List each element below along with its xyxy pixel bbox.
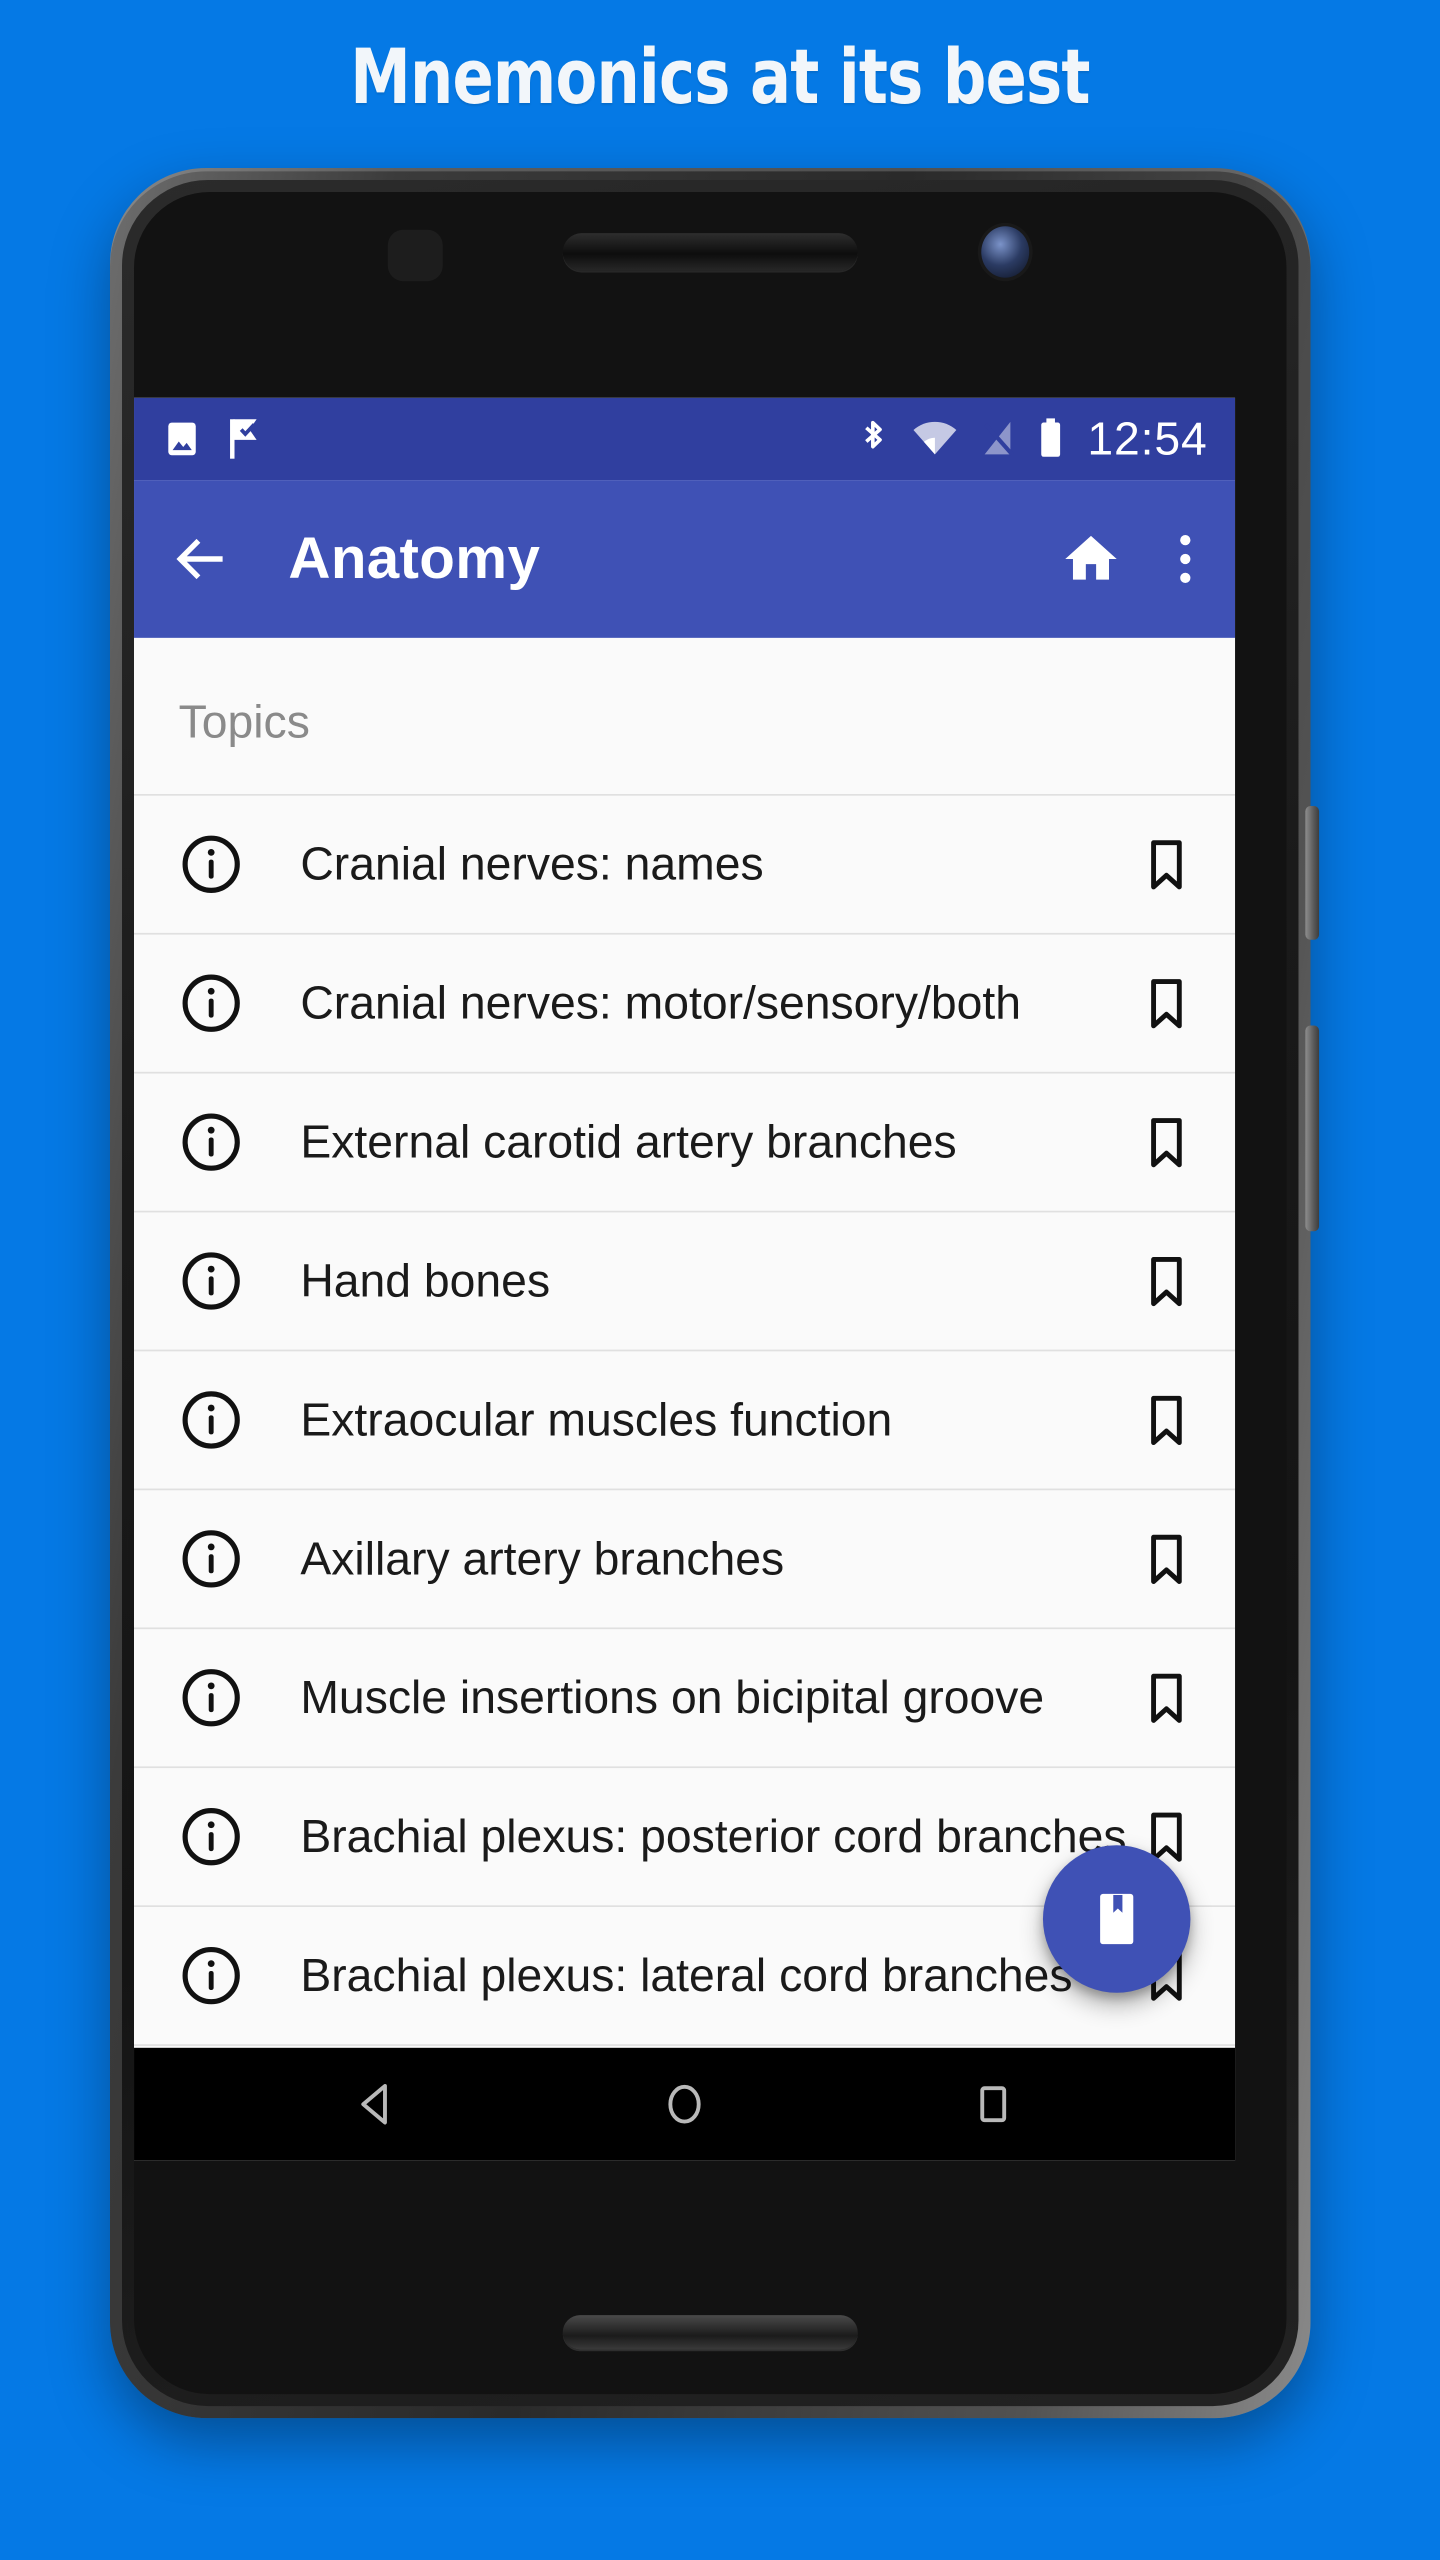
wifi-icon — [911, 418, 959, 459]
signal-off-icon — [979, 418, 1017, 459]
list-item[interactable]: Cranial nerves: names — [134, 793, 1236, 933]
nav-recents-square-icon[interactable] — [966, 2077, 1021, 2132]
section-label-topics: Topics — [178, 696, 310, 748]
list-item-label: Brachial plexus: lateral cord branches — [300, 1949, 1073, 2001]
proximity-sensor-icon — [387, 229, 443, 282]
list-item-label: Extraocular muscles function — [300, 1393, 893, 1445]
info-icon — [179, 1804, 244, 1869]
info-icon — [179, 832, 244, 897]
page-title: Anatomy — [288, 525, 541, 591]
info-icon — [179, 1665, 244, 1730]
list-item[interactable]: Extraocular muscles function — [134, 1349, 1236, 1489]
system-nav-bar — [134, 2047, 1236, 2161]
arrow-back-icon[interactable] — [168, 526, 233, 591]
topics-content: Topics Cranial nerves: names Cranial ner… — [134, 637, 1236, 2048]
bookmark-outline-icon[interactable] — [1136, 972, 1198, 1034]
image-icon — [161, 418, 202, 459]
earpiece-speaker — [562, 233, 858, 271]
info-icon — [179, 1248, 244, 1313]
list-item[interactable]: Axillary artery branches — [134, 1488, 1236, 1628]
list-item-label: Muscle insertions on bicipital groove — [300, 1671, 1045, 1723]
info-icon — [179, 1943, 244, 2008]
info-icon — [179, 1110, 244, 1175]
list-item-label: Cranial nerves: motor/sensory/both — [300, 976, 1021, 1029]
info-icon — [179, 971, 244, 1036]
phone-power-button[interactable] — [1305, 805, 1320, 940]
bookmark-outline-icon[interactable] — [1136, 1667, 1198, 1729]
list-item-label: External carotid artery branches — [300, 1115, 957, 1167]
bookmark-outline-icon[interactable] — [1136, 1389, 1198, 1451]
phone-mockup: 12:54 Anatomy Topics Cranial nerves: nam… — [110, 168, 1320, 2419]
app-bar: Anatomy — [134, 480, 1236, 638]
list-item-label: Cranial nerves: names — [300, 837, 764, 890]
status-bar: 12:54 — [134, 397, 1236, 481]
list-item[interactable]: Brachial plexus: medial cord branches — [134, 2044, 1236, 2048]
add-bookmark-fab[interactable] — [1042, 1845, 1191, 1993]
info-icon — [179, 1526, 244, 1591]
topics-list[interactable]: Cranial nerves: names Cranial nerves: mo… — [134, 793, 1236, 2048]
bookmark-outline-icon[interactable] — [1136, 1528, 1198, 1590]
phone-screen: 12:54 Anatomy Topics Cranial nerves: nam… — [134, 397, 1236, 2161]
status-bar-clock: 12:54 — [1087, 412, 1208, 464]
list-item[interactable]: Cranial nerves: motor/sensory/both — [134, 932, 1236, 1072]
battery-icon — [1038, 417, 1064, 462]
list-item-label: Brachial plexus: posterior cord branches — [300, 1810, 1127, 1862]
bookmark-outline-icon[interactable] — [1136, 833, 1198, 895]
bookmark-outline-icon[interactable] — [1136, 1250, 1198, 1312]
phone-volume-button[interactable] — [1305, 1025, 1320, 1232]
bookmark-outline-icon[interactable] — [1136, 1111, 1198, 1173]
overflow-menu-icon[interactable] — [1180, 535, 1191, 584]
bookmark-filled-icon — [1082, 1885, 1151, 1954]
info-icon — [179, 1387, 244, 1452]
bluetooth-icon — [856, 417, 890, 462]
front-camera-icon — [981, 226, 1030, 278]
list-item-label: Axillary artery branches — [300, 1532, 785, 1584]
promo-headline: Mnemonics at its best — [350, 32, 1090, 121]
list-item[interactable]: Muscle insertions on bicipital groove — [134, 1627, 1236, 1767]
list-item-label: Hand bones — [300, 1254, 551, 1306]
nav-home-circle-icon[interactable] — [657, 2077, 712, 2132]
bottom-speaker — [562, 2315, 858, 2350]
checkmark-flag-icon — [227, 417, 268, 462]
list-item[interactable]: Hand bones — [134, 1210, 1236, 1350]
list-item[interactable]: External carotid artery branches — [134, 1071, 1236, 1211]
home-icon[interactable] — [1060, 528, 1122, 590]
nav-back-triangle-icon[interactable] — [348, 2077, 403, 2132]
